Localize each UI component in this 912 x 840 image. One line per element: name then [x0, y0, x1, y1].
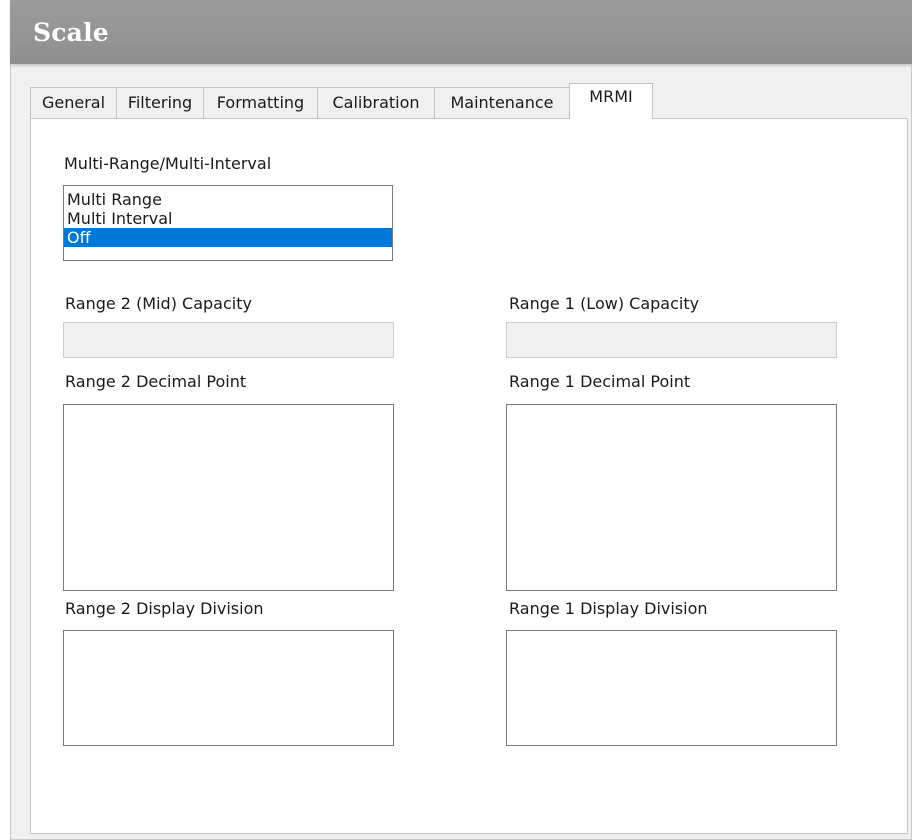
range2-decimal-label: Range 2 Decimal Point: [65, 372, 247, 391]
title-bar: Scale: [10, 0, 912, 64]
range1-decimal-label: Range 1 Decimal Point: [509, 372, 691, 391]
tab-formatting[interactable]: Formatting: [203, 87, 318, 118]
window-title: Scale: [33, 18, 109, 47]
tab-maintenance[interactable]: Maintenance: [434, 87, 570, 118]
list-item-multi-interval[interactable]: Multi Interval: [64, 209, 392, 228]
tab-calibration[interactable]: Calibration: [317, 87, 435, 118]
mrmi-panel: Multi-Range/Multi-Interval Multi Range M…: [30, 118, 908, 834]
list-item-multi-range[interactable]: Multi Range: [64, 190, 392, 209]
tab-mrmi[interactable]: MRMI: [569, 83, 653, 119]
tab-filtering[interactable]: Filtering: [116, 87, 204, 118]
range1-capacity-field[interactable]: [506, 322, 837, 358]
mode-label: Multi-Range/Multi-Interval: [64, 154, 272, 173]
scale-window: Scale General Filtering Formatting Calib…: [10, 0, 912, 840]
range1-capacity-label: Range 1 (Low) Capacity: [509, 294, 700, 313]
tab-general[interactable]: General: [30, 87, 117, 118]
range2-capacity-field[interactable]: [63, 322, 394, 358]
range2-capacity-label: Range 2 (Mid) Capacity: [65, 294, 252, 313]
range1-decimal-listbox[interactable]: [506, 404, 837, 591]
range2-division-label: Range 2 Display Division: [65, 599, 264, 618]
range1-division-label: Range 1 Display Division: [509, 599, 708, 618]
range2-division-listbox[interactable]: [63, 630, 394, 746]
list-item-off[interactable]: Off: [64, 228, 392, 247]
range1-division-listbox[interactable]: [506, 630, 837, 746]
mode-listbox[interactable]: Multi Range Multi Interval Off: [63, 185, 393, 261]
range2-decimal-listbox[interactable]: [63, 404, 394, 591]
